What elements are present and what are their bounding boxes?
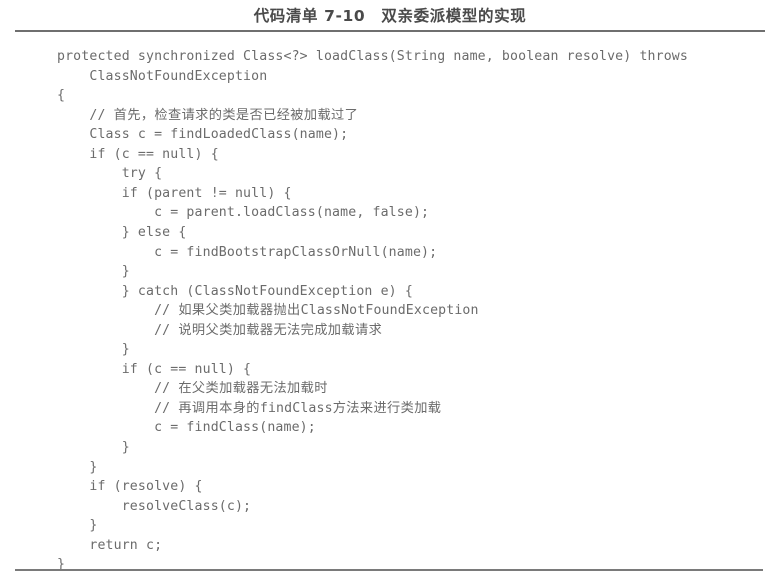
code-line: } (57, 459, 98, 475)
code-comment-cjk: 首先，检查请求的类是否已经被加载过了 (113, 107, 359, 123)
code-line: if (parent != null) { (57, 185, 292, 201)
code-comment-cjk: 方法来进行类加载 (332, 400, 442, 416)
code-line: { (57, 88, 66, 104)
code-line: // 在父类加载器无法加载时 (57, 381, 328, 397)
code-line: protected synchronized Class<?> loadClas… (57, 49, 688, 64)
code-line: if (c == null) { (57, 146, 219, 162)
code-line: // 说明父类加载器无法完成加载请求 (57, 322, 383, 338)
code-line: } (57, 518, 98, 534)
code-line: } (57, 440, 130, 455)
code-line: } (57, 342, 130, 358)
listing-top-rule (15, 30, 765, 32)
code-line: } catch (ClassNotFoundException e) { (57, 283, 413, 299)
code-line: c = findBootstrapClassOrNull(name); (57, 244, 438, 260)
code-line: c = parent.loadClass(name, false); (57, 205, 430, 221)
code-line: if (resolve) { (57, 479, 203, 495)
listing-caption: 代码清单 7-10 双亲委派模型的实现 (253, 7, 527, 25)
code-line: if (c == null) { (57, 361, 252, 377)
listing-bottom-rule (15, 569, 763, 571)
code-line: c = findClass(name); (57, 420, 316, 436)
code-line: try { (57, 166, 163, 182)
code-line: // 再调用本身的findClass方法来进行类加载 (57, 400, 442, 416)
code-comment-cjk: 在父类加载器无法加载时 (178, 381, 328, 397)
code-listing: protected synchronized Class<?> loadClas… (0, 41, 780, 572)
code-comment-cjk: 再调用本身的 (178, 400, 260, 416)
code-comment-cjk: 说明父类加载器无法完成加载请求 (178, 322, 383, 338)
code-line: } else { (57, 224, 187, 240)
code-line: resolveClass(c); (57, 498, 252, 514)
code-line: Class c = findLoadedClass(name); (57, 127, 349, 143)
code-line: } (57, 264, 130, 280)
code-line: // 首先，检查请求的类是否已经被加载过了 (57, 107, 359, 123)
code-line: ClassNotFoundException (57, 68, 268, 84)
code-line: // 如果父类加载器抛出ClassNotFoundException (57, 303, 479, 319)
code-comment-cjk: 如果父类加载器抛出 (178, 303, 301, 319)
code-line: return c; (57, 537, 163, 553)
